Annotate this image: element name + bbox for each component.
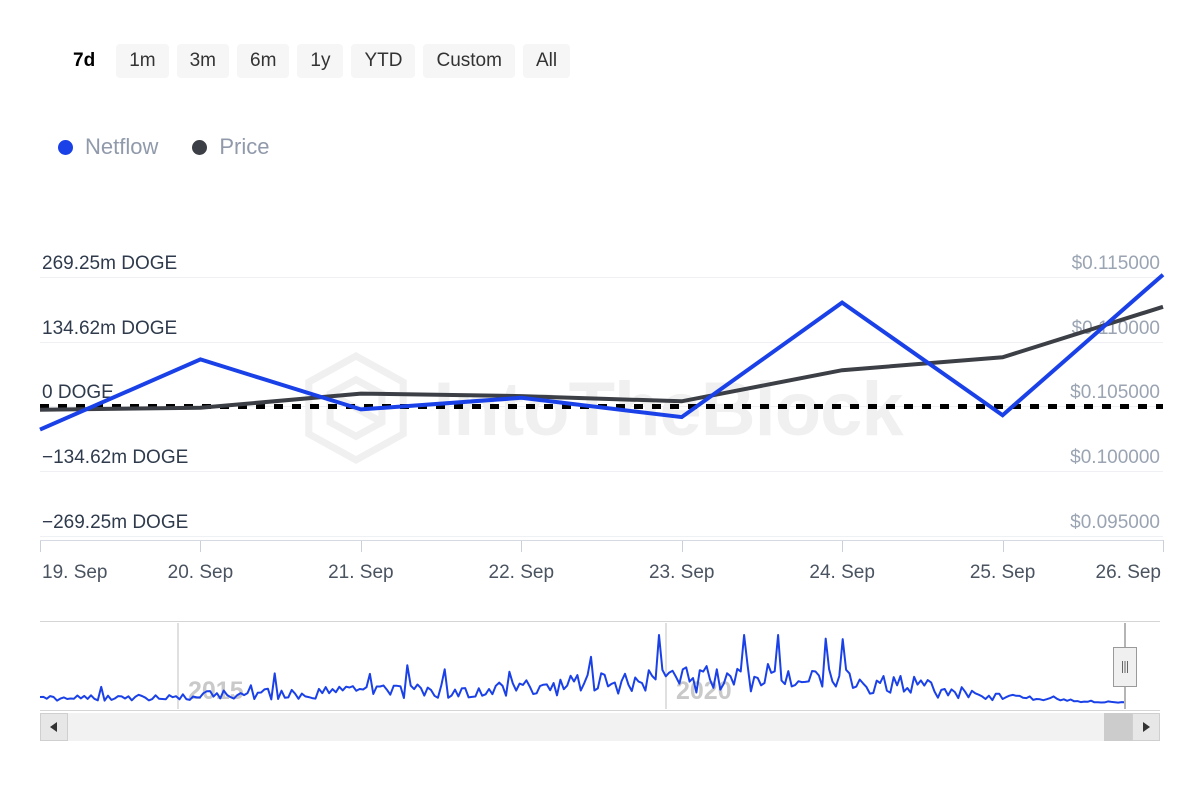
range-button-1m[interactable]: 1m — [116, 44, 168, 78]
range-button-custom[interactable]: Custom — [423, 44, 514, 78]
watermark: IntoTheBlock — [0, 340, 1200, 480]
chart-series-netflow — [40, 275, 1163, 430]
range-button-1y[interactable]: 1y — [297, 44, 343, 78]
chart-right-axis-labels: $0.115000 $0.110000 $0.105000 $0.100000 $0.0… — [1070, 253, 1160, 533]
chart-svg: 269.25m DOGE 134.62m DOGE 0 DOGE −134.62m D… — [0, 0, 1200, 600]
left-axis-tick-3: −134.62m DOGE — [42, 447, 188, 468]
scrollbar-left-arrow-button[interactable] — [40, 713, 68, 741]
range-button-3m[interactable]: 3m — [177, 44, 229, 78]
watermark-text: IntoTheBlock — [433, 372, 902, 448]
range-button-ytd[interactable]: YTD — [351, 44, 415, 78]
navigator-year-2015: 2015 — [188, 677, 244, 705]
range-button-7d[interactable]: 7d — [60, 44, 108, 78]
right-axis-tick-3: $0.100000 — [1070, 447, 1160, 468]
left-axis-tick-0: 269.25m DOGE — [42, 253, 177, 274]
right-axis-tick-2: $0.105000 — [1070, 382, 1160, 403]
navigator-year-2020: 2020 — [676, 677, 732, 705]
left-axis-tick-2: 0 DOGE — [42, 382, 114, 403]
right-axis-tick-0: $0.115000 — [1072, 253, 1160, 274]
left-axis-tick-4: −269.25m DOGE — [42, 512, 188, 533]
x-axis-label-2: 21. Sep — [328, 562, 394, 583]
x-axis-label-0: 19. Sep — [42, 562, 108, 583]
chevron-right-icon — [1141, 721, 1151, 733]
legend-dot-netflow-icon — [58, 140, 73, 155]
x-axis-label-4: 23. Sep — [649, 562, 715, 583]
chart-x-axis-labels: 19. Sep 20. Sep 21. Sep 22. Sep 23. Sep 24. S… — [42, 562, 1161, 583]
x-axis-label-3: 22. Sep — [489, 562, 555, 583]
right-axis-tick-1: $0.110000 — [1072, 318, 1160, 339]
chart-scrollbar[interactable] — [40, 713, 1160, 741]
scrollbar-right-arrow-button[interactable] — [1132, 713, 1160, 741]
chart-legend: Netflow Price — [58, 136, 269, 158]
navigator-handle-grip-icon — [1120, 659, 1130, 675]
range-selector: 7d 1m 3m 6m 1y YTD Custom All — [60, 44, 570, 78]
intotheblock-logo-icon — [297, 349, 415, 472]
navigator-svg: 2015 2020 — [40, 621, 1160, 711]
chart-series-price — [40, 307, 1163, 410]
navigator-right-handle[interactable] — [1113, 647, 1137, 687]
chart-x-ticks — [41, 540, 1164, 552]
chart-navigator[interactable]: 2015 2020 — [40, 621, 1160, 711]
x-axis-label-7: 26. Sep — [1096, 562, 1162, 583]
range-button-all[interactable]: All — [523, 44, 570, 78]
right-axis-tick-4: $0.095000 — [1070, 512, 1160, 533]
chart-plot-area[interactable]: 269.25m DOGE 134.62m DOGE 0 DOGE −134.62m D… — [0, 0, 1200, 600]
legend-item-price[interactable]: Price — [192, 136, 269, 158]
legend-label-price: Price — [219, 136, 269, 158]
x-axis-label-6: 25. Sep — [970, 562, 1036, 583]
chevron-left-icon — [49, 721, 59, 733]
legend-dot-price-icon — [192, 140, 207, 155]
chart-gridlines — [40, 278, 1163, 537]
legend-label-netflow: Netflow — [85, 136, 158, 158]
legend-item-netflow[interactable]: Netflow — [58, 136, 158, 158]
chart-left-axis-labels: 269.25m DOGE 134.62m DOGE 0 DOGE −134.62m D… — [42, 253, 188, 533]
scrollbar-thumb[interactable] — [1104, 713, 1132, 741]
left-axis-tick-1: 134.62m DOGE — [42, 318, 177, 339]
x-axis-label-5: 24. Sep — [809, 562, 875, 583]
x-axis-label-1: 20. Sep — [168, 562, 234, 583]
range-button-6m[interactable]: 6m — [237, 44, 289, 78]
